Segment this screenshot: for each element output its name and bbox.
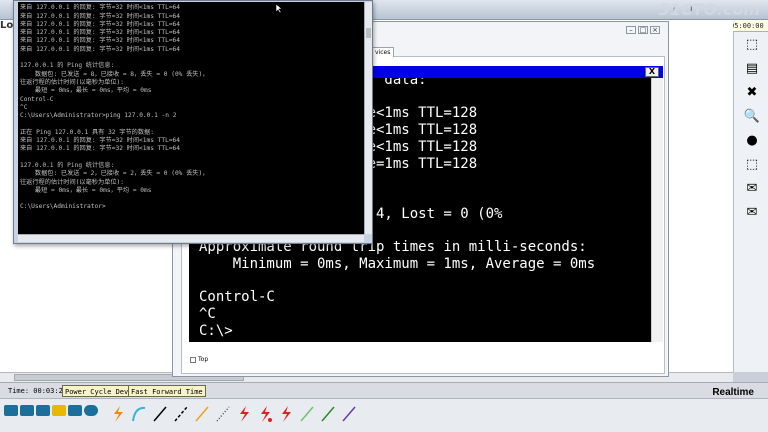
- delete-icon[interactable]: ✖: [742, 84, 762, 102]
- cmd-console[interactable]: 来自 127.0.0.1 的回复: 字节=32 时间<1ms TTL=64 来自 …: [18, 2, 364, 234]
- device-type-bar: [0, 398, 768, 432]
- note-icon[interactable]: ▤: [742, 60, 762, 78]
- coaxial-cable-icon[interactable]: [236, 405, 252, 423]
- inspect-icon[interactable]: 🔍: [742, 108, 762, 126]
- window-controls: – □ ×: [624, 24, 660, 35]
- status-bar: Time: 00:03:24 Power Cycle Devices Fast …: [0, 382, 768, 398]
- top-checkbox[interactable]: Top: [190, 356, 208, 363]
- terminal-line: 正在 Ping 127.0.0.1 具有 32 字节的数据:: [20, 128, 154, 136]
- wan-emulation-category-icon[interactable]: [84, 405, 98, 416]
- wireless-cable-icon[interactable]: [341, 405, 357, 423]
- terminal-line: C:\>: [199, 322, 233, 339]
- close-icon[interactable]: ×: [650, 26, 660, 34]
- terminal-scrollbar[interactable]: [651, 78, 663, 342]
- serial-dte-cable-icon[interactable]: [278, 405, 294, 423]
- phone-cable-icon[interactable]: [215, 405, 231, 423]
- serial-dce-cable-icon[interactable]: [257, 405, 273, 423]
- terminal-line: C:\Users\Administrator>ping 127.0.0.1 -n…: [20, 112, 177, 120]
- terminal-line: 来自 127.0.0.1 的回复: 字节=32 时间<1ms TTL=64: [20, 37, 180, 45]
- fiber-cable-icon[interactable]: [194, 405, 210, 423]
- terminal-line: 最短 = 0ms，最长 = 0ms，平均 = 0ms: [20, 87, 152, 95]
- octal-cable-icon[interactable]: [299, 405, 315, 423]
- terminal-line: Control-C: [20, 95, 54, 103]
- terminal-line: 127.0.0.1 的 Ping 统计信息:: [20, 161, 115, 169]
- close-icon[interactable]: X: [645, 67, 659, 77]
- terminal-line: 最短 = 0ms，最长 = 0ms，平均 = 0ms: [20, 186, 152, 194]
- pdu-complex-icon[interactable]: ✉: [742, 204, 762, 222]
- auto-connection-icon[interactable]: [110, 405, 126, 423]
- select-icon[interactable]: ⬚: [742, 36, 762, 54]
- terminal-line: 数据包: 已发送 = 8，已接收 = 8，丢失 = 0 (0% 丢失)，: [20, 70, 209, 78]
- top-checkbox-label: Top: [198, 356, 209, 363]
- terminal-line: 来自 127.0.0.1 的回复: 字节=32 时间<1ms TTL=64: [20, 45, 180, 53]
- pdu-simple-icon[interactable]: ✉: [742, 180, 762, 198]
- terminal-line: 往返行程的估计时间(以毫秒为单位):: [20, 178, 124, 186]
- common-tools-bar: ⬚ ▤ ✖ 🔍 ● ⬚ ✉ ✉: [733, 32, 768, 372]
- terminal-line: 127.0.0.1 的 Ping 统计信息:: [20, 62, 115, 70]
- crossover-cable-icon[interactable]: [173, 405, 189, 423]
- cmd-output: 来自 127.0.0.1 的回复: 字节=32 时间<1ms TTL=64 来自 …: [20, 2, 208, 212]
- scroll-thumb[interactable]: [366, 28, 371, 38]
- usb-cable-icon[interactable]: [320, 405, 336, 423]
- hub-category-icon[interactable]: [36, 405, 50, 416]
- end-devices-category-icon[interactable]: [68, 405, 82, 416]
- watermark: 51CTO.com: [658, 0, 760, 19]
- router-category-icon[interactable]: [4, 405, 18, 416]
- terminal-line: Minimum = 0ms, Maximum = 1ms, Average = …: [199, 255, 596, 272]
- connections-category-icon[interactable]: [52, 405, 66, 416]
- terminal-line: ^C: [199, 305, 216, 322]
- cmd-vscroll[interactable]: [364, 2, 372, 234]
- switch-category-icon[interactable]: [20, 405, 34, 416]
- minimize-icon[interactable]: –: [626, 26, 636, 34]
- resize-icon[interactable]: ⬚: [742, 156, 762, 174]
- tab-devices[interactable]: vices: [371, 47, 395, 57]
- terminal-line: 来自 127.0.0.1 的回复: 字节=32 时间<1ms TTL=64: [20, 4, 180, 12]
- mouse-cursor-icon: [276, 4, 282, 13]
- straight-through-cable-icon[interactable]: [152, 405, 168, 423]
- checkbox-box[interactable]: [190, 356, 196, 363]
- terminal-line: ^C: [20, 103, 28, 111]
- terminal-line: 来自 127.0.0.1 的回复: 字节=32 时间<1ms TTL=64: [20, 12, 180, 20]
- time-display: Time: 00:03:24: [8, 387, 68, 395]
- terminal-line: 来自 127.0.0.1 的回复: 字节=32 时间<1ms TTL=64: [20, 145, 180, 153]
- logical-tab[interactable]: Lo: [0, 20, 14, 34]
- draw-shape-icon[interactable]: ●: [742, 132, 762, 150]
- console-cable-icon[interactable]: [131, 405, 147, 423]
- terminal-line: C:\Users\Administrator>: [20, 203, 106, 211]
- pc-tab-bar: vices: [371, 46, 395, 57]
- terminal-line: 来自 127.0.0.1 的回复: 字节=32 时间<1ms TTL=64: [20, 20, 180, 28]
- cmd-hscroll[interactable]: [18, 234, 364, 242]
- fast-forward-button[interactable]: Fast Forward Time: [128, 385, 206, 397]
- terminal-line: 数据包: 已发送 = 2，已接收 = 2，丢失 = 0 (0% 丢失)，: [20, 170, 209, 178]
- windows-cmd-window: 来自 127.0.0.1 的回复: 字节=32 时间<1ms TTL=64 来自 …: [13, 0, 373, 244]
- terminal-line: Control-C: [199, 289, 275, 306]
- maximize-icon[interactable]: □: [638, 26, 648, 34]
